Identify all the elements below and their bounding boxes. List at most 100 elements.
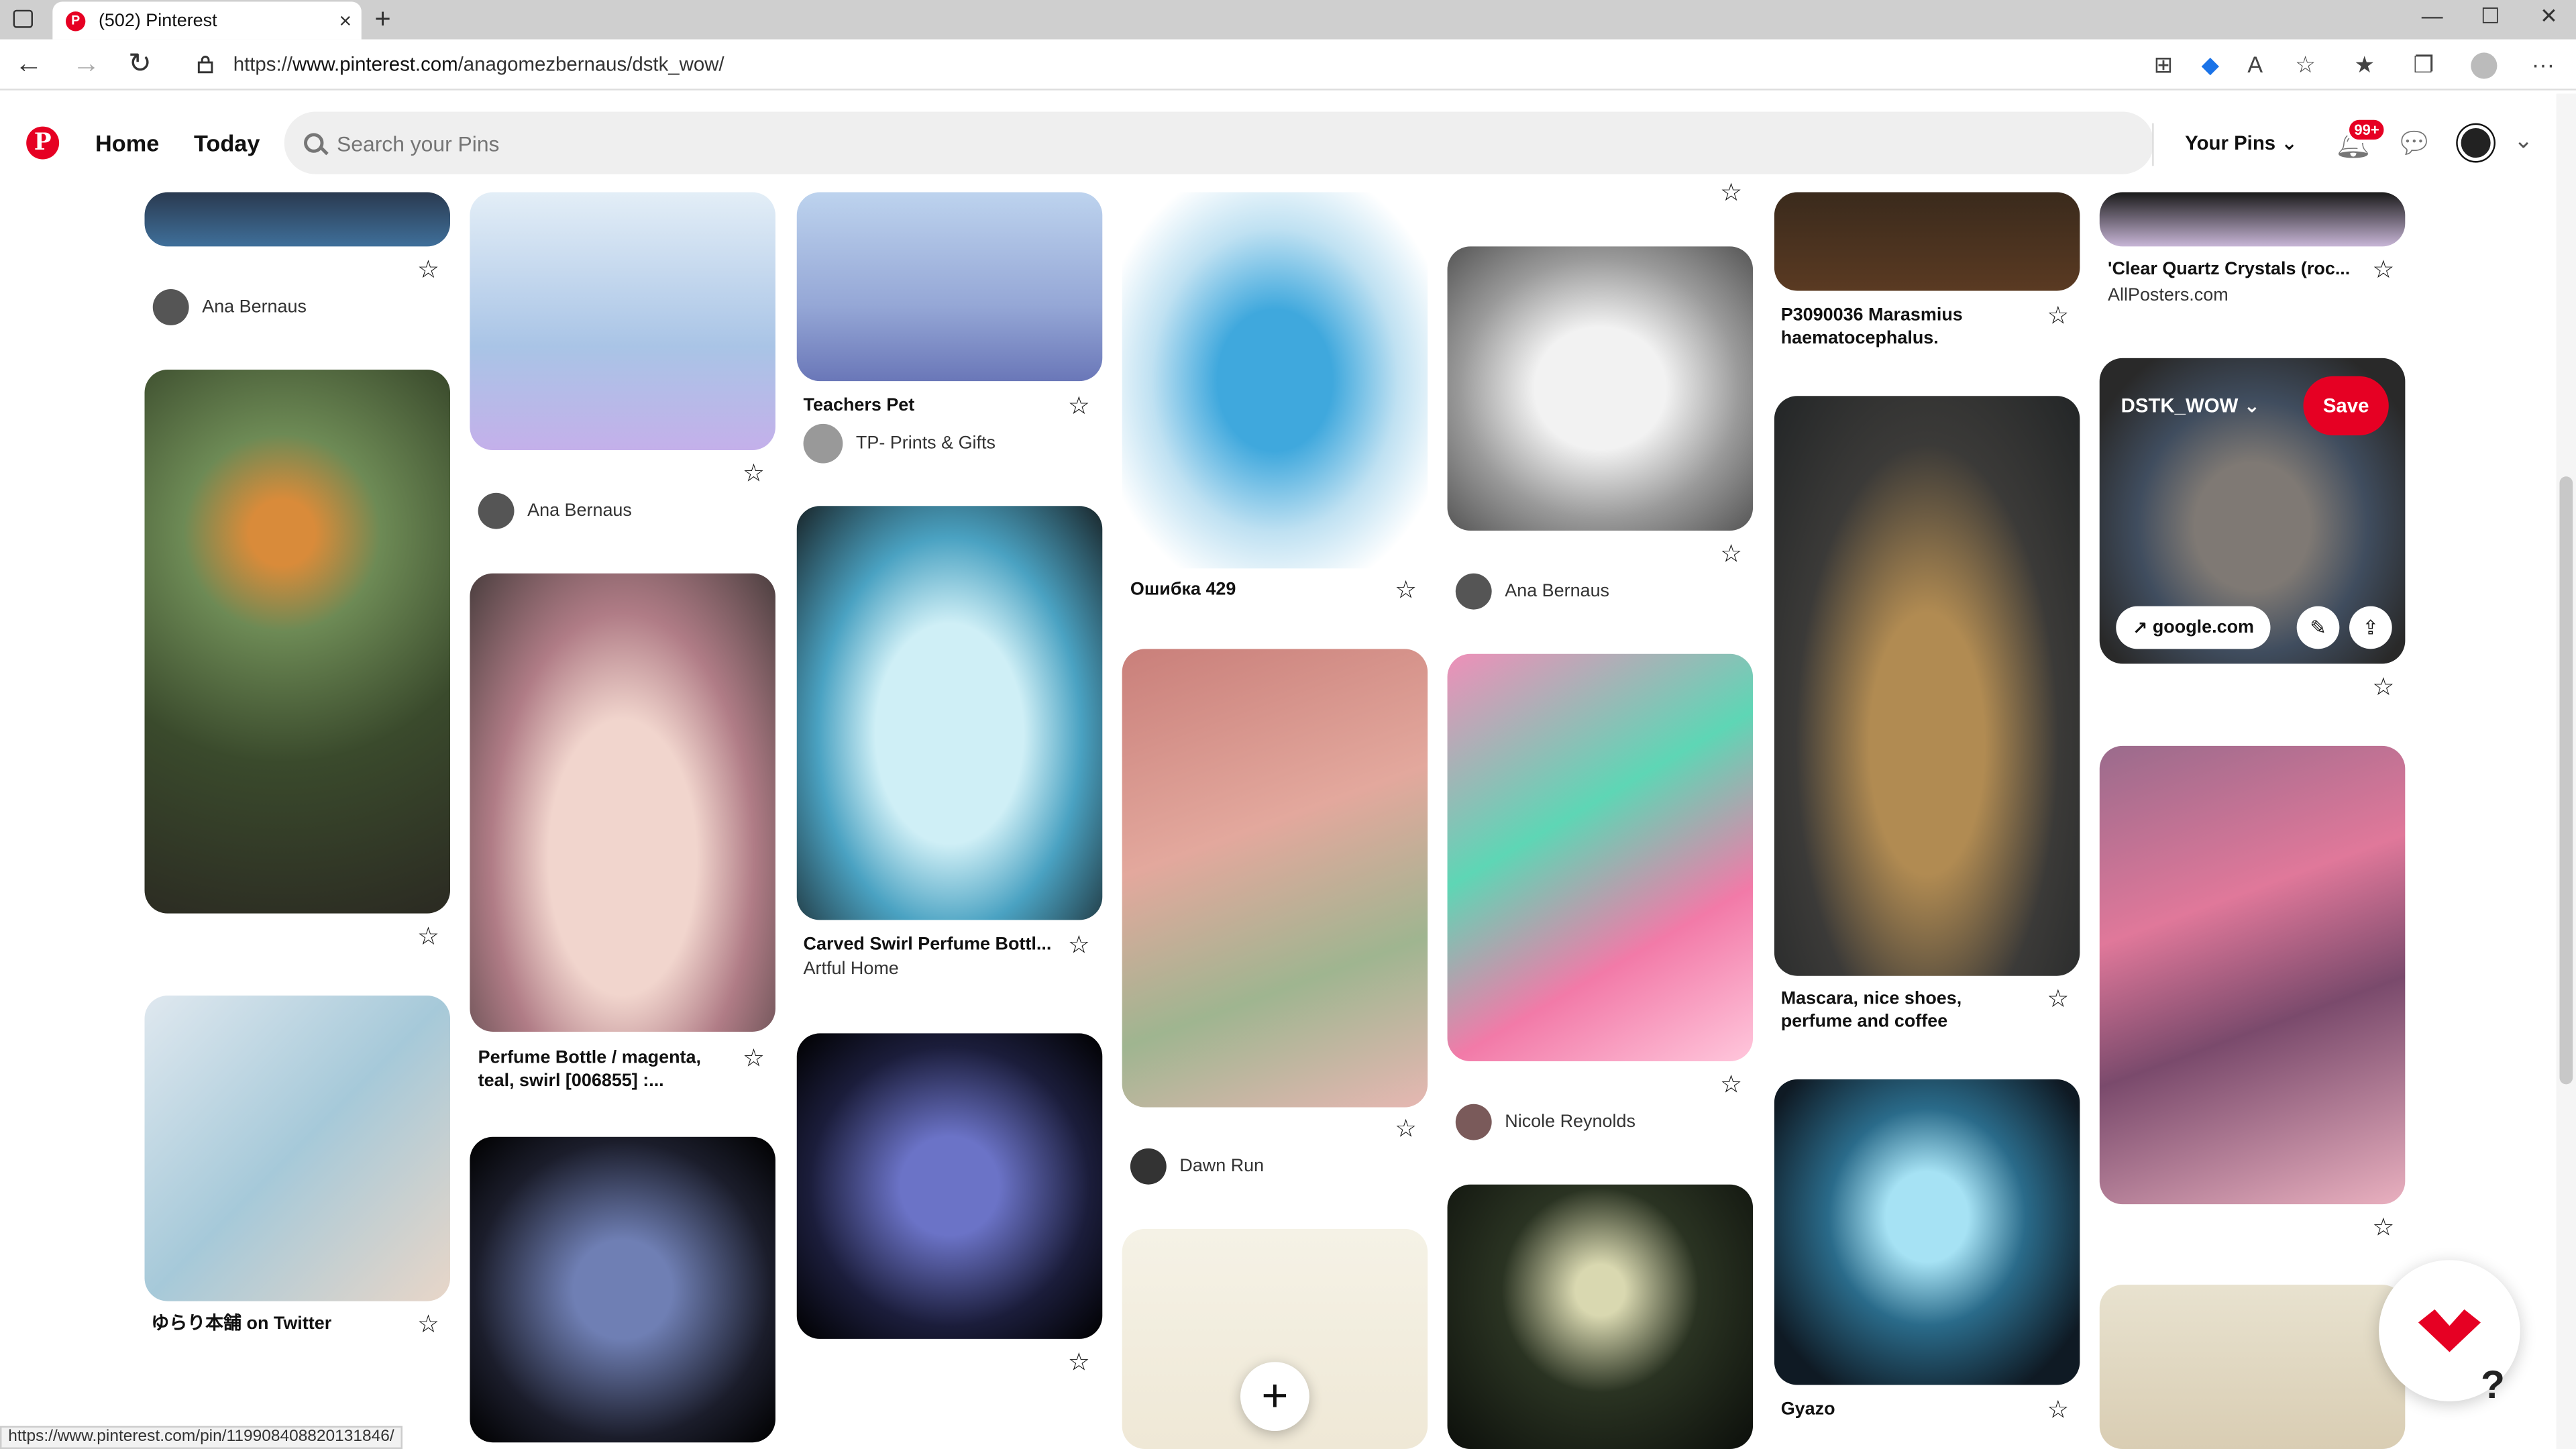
pin-image-crystal[interactable]: [470, 1136, 775, 1443]
pin-author[interactable]: Dawn Run: [1130, 1148, 1264, 1185]
pin-image-blue-crystals[interactable]: [144, 192, 451, 247]
address-field[interactable]: https://www.pinterest.com/anagomezbernau…: [233, 52, 724, 75]
user-avatar[interactable]: [2457, 125, 2494, 162]
star-icon[interactable]: ☆: [1068, 1350, 1090, 1375]
pin-image-fantasy-flowers[interactable]: [2099, 745, 2406, 1205]
star-icon[interactable]: ☆: [1395, 578, 1417, 603]
pin-image-crystal-dark[interactable]: [796, 1033, 1103, 1339]
forward-icon[interactable]: →: [72, 48, 101, 78]
pin-title[interactable]: Mascara, nice shoes, perfume and coffee: [1781, 987, 2027, 1034]
pin-image-glass-spheres[interactable]: [470, 192, 775, 451]
star-icon[interactable]: ☆: [743, 1046, 765, 1071]
pin-image-carved-bottle[interactable]: [796, 506, 1103, 920]
minimize-icon[interactable]: —: [2422, 3, 2443, 28]
messages-icon[interactable]: 💬︎: [2396, 127, 2433, 163]
reload-icon[interactable]: ↻: [128, 48, 152, 78]
pin-image-mushroom[interactable]: [144, 370, 451, 914]
tab-actions-icon[interactable]: [13, 9, 33, 28]
browser-tab-bar: P (502) Pinterest × + — ☐ ✕: [0, 0, 2576, 40]
status-url: https://www.pinterest.com/pin/1199084088…: [0, 1426, 402, 1449]
star-icon[interactable]: ☆: [2372, 258, 2394, 282]
pin-image-perfume-bottle[interactable]: [470, 573, 775, 1032]
apps-icon[interactable]: ⊞: [2154, 51, 2174, 79]
pin-title[interactable]: ゆらり本舗 on Twitter: [151, 1313, 331, 1336]
star-icon[interactable]: ☆: [1720, 542, 1742, 567]
pin-title[interactable]: 'Clear Quartz Crystals (roc...: [2108, 258, 2350, 280]
pin-image-glass-wave[interactable]: [796, 192, 1103, 382]
pin-image-flowers-dark[interactable]: [1447, 1184, 1754, 1449]
window-close-icon[interactable]: ✕: [2540, 3, 2558, 30]
pin-title[interactable]: Carved Swirl Perfume Bottl...: [804, 933, 1052, 956]
favorites-icon[interactable]: ★: [2354, 51, 2375, 79]
star-icon[interactable]: ☆: [2372, 1216, 2394, 1240]
browser-toolbar: ← → ↻ https://www.pinterest.com/anagomez…: [0, 39, 2576, 91]
pin-image-opal-gems[interactable]: [144, 996, 451, 1301]
star-icon[interactable]: ☆: [2047, 987, 2069, 1012]
pin-image-aqua-crystal[interactable]: [1122, 192, 1428, 569]
star-icon[interactable]: ☆: [2047, 304, 2069, 329]
pin-image-amber-bottle[interactable]: [1774, 396, 2080, 976]
source-link-button[interactable]: ↗ google.com: [2116, 606, 2271, 649]
star-icon[interactable]: ☆: [1068, 933, 1090, 958]
pin-title[interactable]: Ошибка 429: [1130, 578, 1236, 601]
star-icon[interactable]: ☆: [1068, 394, 1090, 419]
account-chevron-down-icon[interactable]: ⌄: [2506, 127, 2542, 163]
pinterest-header: P Home Today Your Pins ⌄ 🔔︎ 💬︎ ⌄: [0, 93, 2557, 193]
search-input[interactable]: [337, 130, 1816, 156]
your-pins-dropdown[interactable]: Your Pins ⌄: [2185, 131, 2298, 154]
pin-title[interactable]: Perfume Bottle / magenta, teal, swirl [0…: [478, 1046, 724, 1093]
pin-image-quartz[interactable]: [2099, 192, 2406, 247]
star-icon[interactable]: ☆: [1720, 1073, 1742, 1097]
scrollbar-thumb[interactable]: [2559, 476, 2573, 1085]
notification-badge: 99+: [2346, 116, 2388, 144]
collections-icon[interactable]: ❐: [2414, 51, 2434, 79]
star-icon[interactable]: ☆: [1395, 1117, 1417, 1142]
pin-image-mushroom-chart[interactable]: [2099, 1285, 2406, 1449]
pin-author[interactable]: Nicole Reynolds: [1455, 1104, 1635, 1140]
nav-home[interactable]: Home: [95, 129, 159, 156]
pin-image-ice-crystal[interactable]: [1774, 1079, 2080, 1385]
add-favorite-icon[interactable]: ☆: [2295, 51, 2316, 79]
maximize-icon[interactable]: ☐: [2481, 3, 2500, 30]
star-icon[interactable]: ☆: [2372, 676, 2394, 700]
tab-close-icon[interactable]: ×: [339, 8, 352, 33]
star-icon[interactable]: ☆: [417, 258, 439, 282]
search-bar[interactable]: [284, 111, 2154, 174]
star-icon[interactable]: ☆: [417, 1313, 439, 1338]
pin-image-marasmius[interactable]: [1774, 192, 2080, 291]
pin-source[interactable]: AllPosters.com: [2108, 286, 2229, 305]
search-icon: [304, 133, 324, 153]
edit-pencil-icon[interactable]: ✎: [2296, 606, 2340, 649]
read-aloud-icon[interactable]: A: [2247, 51, 2263, 77]
board-select-dropdown[interactable]: DSTK_WOW ⌄: [2121, 394, 2260, 417]
pin-title[interactable]: P3090036 Marasmius haematocephalus.: [1781, 304, 2027, 350]
more-icon[interactable]: ···: [2532, 51, 2555, 77]
new-tab-button[interactable]: +: [374, 3, 390, 36]
profile-icon[interactable]: [2471, 52, 2498, 79]
pin-image-miniature-garden[interactable]: [1122, 649, 1428, 1108]
add-pin-button[interactable]: +: [1240, 1362, 1309, 1432]
shopping-tag-icon[interactable]: ◆: [2202, 51, 2219, 79]
save-button[interactable]: Save: [2303, 376, 2389, 435]
nav-today[interactable]: Today: [194, 129, 260, 156]
pin-source[interactable]: TP- Prints & Gifts: [803, 423, 996, 464]
help-icon[interactable]: ?: [2481, 1364, 2505, 1410]
pin-author[interactable]: Ana Bernaus: [1455, 573, 1609, 610]
pin-image-white-glass[interactable]: [1447, 246, 1754, 531]
pin-image-candy-garden[interactable]: [1447, 653, 1754, 1062]
share-upload-icon[interactable]: ⇪: [2349, 606, 2392, 649]
pinterest-logo-icon[interactable]: P: [26, 126, 60, 160]
pin-title[interactable]: Gyazo: [1781, 1398, 1835, 1421]
pin-source[interactable]: Artful Home: [804, 959, 899, 979]
star-icon[interactable]: ☆: [743, 462, 765, 486]
star-icon[interactable]: ☆: [2047, 1398, 2069, 1423]
star-icon[interactable]: ☆: [1720, 180, 1742, 205]
tab-title: (502) Pinterest: [98, 10, 217, 31]
pin-author[interactable]: Ana Bernaus: [152, 289, 307, 325]
back-icon[interactable]: ←: [15, 48, 43, 78]
pin-title[interactable]: Teachers Pet: [804, 394, 915, 417]
browser-tab[interactable]: P (502) Pinterest ×: [52, 1, 362, 40]
star-icon[interactable]: ☆: [417, 925, 439, 950]
pin-author[interactable]: Ana Bernaus: [478, 492, 632, 529]
screen: P (502) Pinterest × + — ☐ ✕ ← → ↻ https:…: [0, 0, 2576, 1449]
